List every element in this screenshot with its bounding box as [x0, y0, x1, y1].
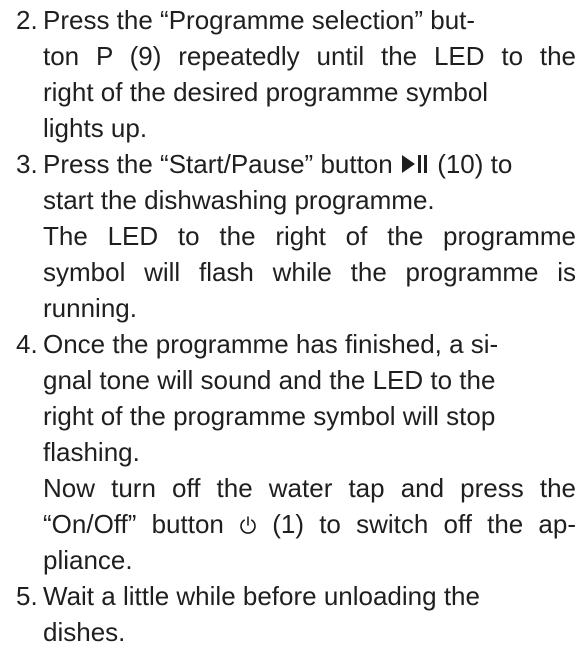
step-number: 4.	[16, 329, 38, 359]
step-text-line: pliance.	[43, 545, 133, 575]
step-3: 3. Press the “Start/Pause” button (10) t…	[16, 146, 576, 326]
step-text-line: right of the programme symbol will stop	[43, 401, 496, 431]
step-text-line: Press the “Start/Pause” button (10) to	[43, 146, 576, 182]
step-text-line: “On/Off” button (1) to switch off the ap…	[43, 506, 576, 542]
step-number: 5.	[16, 581, 38, 611]
instruction-document: 2. Press the “Programme selection” but- …	[16, 2, 576, 650]
step-text-line: ton P (9) repeatedly until the LED to th…	[43, 41, 576, 71]
step-text-fragment: (10) to	[429, 149, 513, 179]
step-text-fragment: Press the “Start/Pause” button	[43, 149, 400, 179]
step-text-fragment: (1) to switch off the ap-	[257, 509, 576, 539]
step-text-line: right of the desired programme symbol	[43, 77, 489, 107]
step-text-line: gnal tone will sound and the LED to the	[43, 365, 496, 395]
step-4: 4. Once the programme has finished, a si…	[16, 326, 576, 578]
step-text-line: start the dishwashing programme.	[43, 185, 435, 215]
step-number: 3.	[16, 149, 38, 179]
step-text-fragment: “On/Off” button	[43, 509, 240, 539]
play-pause-icon	[400, 153, 430, 175]
step-2: 2. Press the “Programme selection” but- …	[16, 2, 576, 146]
step-text-line: Once the programme has finished, a si-	[43, 329, 499, 359]
step-text-line: Now turn off the water tap and press the	[43, 473, 576, 503]
power-icon	[239, 515, 257, 535]
step-text-line: Wait a little while before unloading the	[43, 581, 480, 611]
step-text-line: dishes.	[43, 617, 126, 647]
step-text-line: Press the “Programme selection” but-	[43, 5, 476, 35]
step-text-line: running.	[43, 293, 137, 323]
step-text-line: The LED to the right of the programme	[43, 221, 576, 251]
step-5: 5. Wait a little while before unloading …	[16, 578, 576, 650]
step-text-line: flashing.	[43, 437, 140, 467]
step-number: 2.	[16, 5, 38, 35]
step-text-line: symbol will flash while the programme is	[43, 257, 576, 287]
step-text-line: lights up.	[43, 113, 148, 143]
